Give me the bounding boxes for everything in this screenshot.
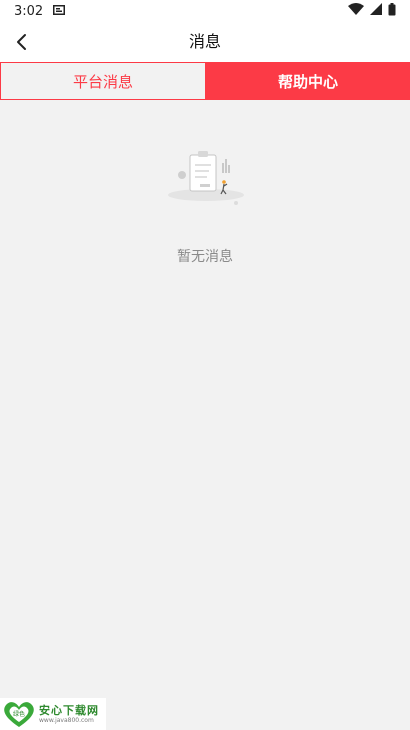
watermark-text: 安心下载网 www.java800.com [39, 705, 99, 724]
watermark-url: www.java800.com [39, 716, 94, 724]
svg-text:绿色: 绿色 [13, 710, 25, 718]
watermark-title: 安心下载网 [39, 703, 99, 717]
back-button[interactable] [8, 28, 36, 56]
tab-help-center[interactable]: 帮助中心 [206, 62, 410, 100]
tab-platform-messages-label: 平台消息 [72, 72, 133, 91]
app-bar: 消息 [0, 22, 410, 62]
empty-state-text: 暂无消息 [177, 249, 233, 265]
tab-platform-messages[interactable]: 平台消息 [0, 62, 206, 100]
status-bar: 3:02 [0, 0, 410, 22]
heart-logo-icon: 绿色 [4, 702, 34, 727]
tab-help-center-label: 帮助中心 [277, 72, 338, 91]
empty-state-illustration [164, 145, 248, 209]
battery-icon [388, 2, 396, 20]
chevron-left-icon [17, 34, 26, 50]
notification-icon [53, 4, 66, 19]
wifi-icon [348, 3, 364, 19]
page-title: 消息 [188, 32, 221, 51]
status-time: 3:02 [14, 3, 44, 19]
tab-bar: 平台消息 帮助中心 [0, 62, 410, 100]
status-right [348, 2, 396, 20]
watermark-logo: 绿色 安心下载网 www.java800.com [0, 698, 106, 730]
signal-icon [370, 3, 382, 19]
status-left: 3:02 [14, 3, 66, 19]
